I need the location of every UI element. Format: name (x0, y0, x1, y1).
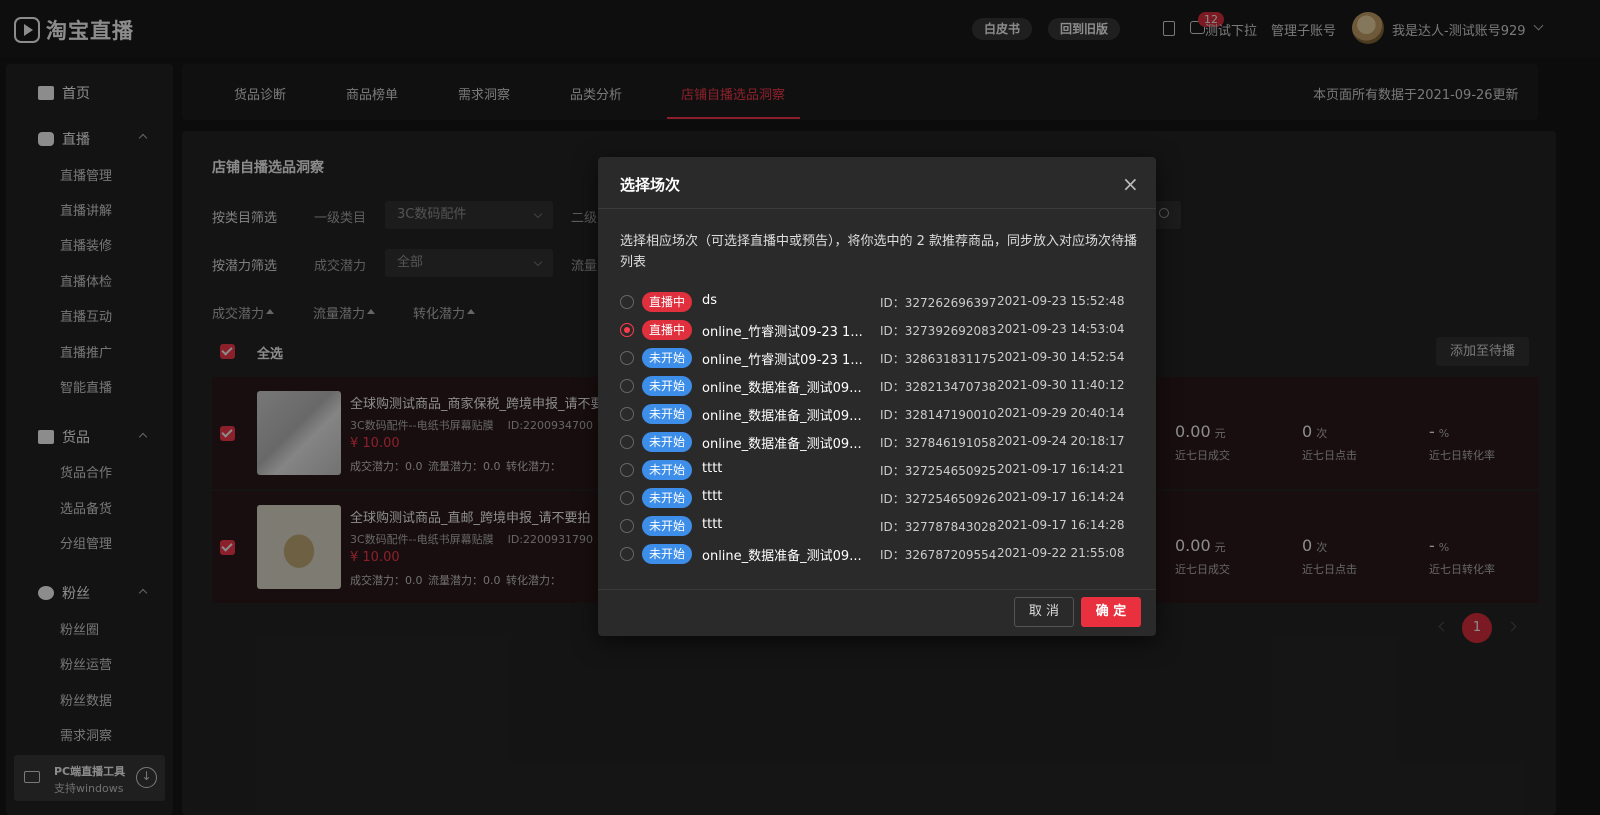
confirm-button[interactable]: 确 定 (1081, 597, 1141, 627)
session-time: 2021-09-17 16:14:24 (997, 490, 1125, 504)
divider (598, 208, 1156, 209)
session-radio[interactable] (620, 519, 634, 533)
session-time: 2021-09-17 16:14:28 (997, 518, 1125, 532)
session-time: 2021-09-30 14:52:54 (997, 350, 1125, 364)
session-status-tag: 未开始 (642, 516, 693, 536)
session-id: ID：328213470738 (880, 380, 997, 394)
session-radio[interactable] (620, 351, 634, 365)
session-id: ID：327787843028 (880, 520, 997, 534)
session-row[interactable]: 未开始 tttt ID：327254650925 2021-09-17 16:14:2… (620, 459, 1140, 481)
cancel-button[interactable]: 取 消 (1014, 597, 1074, 627)
dialog-description: 选择相应场次（可选择直播中或预告），将你选中的 2 款推荐商品，同步放入对应场次… (620, 234, 1138, 270)
session-id: ID：327254650925 (880, 464, 997, 478)
session-radio[interactable] (620, 463, 634, 477)
session-name: online_数据准备_测试09... (702, 549, 862, 564)
session-id: ID：326787209554 (880, 548, 997, 562)
session-row[interactable]: 未开始 online_数据准备_测试09... ID：326787209554 202… (620, 543, 1140, 565)
session-status-tag: 未开始 (642, 544, 693, 564)
session-id: ID：327846191058 (880, 436, 997, 450)
session-name: online_数据准备_测试09... (702, 381, 862, 396)
session-row[interactable]: 直播中 online_竹睿测试09-23 1... ID：327392692083 2… (620, 319, 1140, 341)
session-status-tag: 直播中 (642, 320, 693, 340)
session-status-tag: 未开始 (642, 404, 693, 424)
session-time: 2021-09-30 11:40:12 (997, 378, 1125, 392)
close-icon[interactable]: × (1122, 174, 1139, 194)
session-id: ID：327254650926 (880, 492, 997, 506)
session-radio[interactable] (620, 323, 634, 337)
session-radio[interactable] (620, 379, 634, 393)
session-id: ID：328147190010 (880, 408, 997, 422)
session-radio[interactable] (620, 295, 634, 309)
session-name: tttt (702, 489, 723, 504)
session-status-tag: 未开始 (642, 460, 693, 480)
session-status-tag: 未开始 (642, 432, 693, 452)
session-row[interactable]: 未开始 online_竹睿测试09-23 1... ID：328631831175 2… (620, 347, 1140, 369)
session-row[interactable]: 未开始 tttt ID：327787843028 2021-09-17 16:14:2… (620, 515, 1140, 537)
session-radio[interactable] (620, 435, 634, 449)
session-row[interactable]: 直播中 ds ID：327262696397 2021-09-23 15:52:48 (620, 291, 1140, 313)
session-time: 2021-09-29 20:40:14 (997, 406, 1125, 420)
dialog-title: 选择场次 (620, 176, 681, 194)
session-name: online_数据准备_测试09... (702, 409, 862, 424)
session-name: online_竹睿测试09-23 1... (702, 325, 862, 340)
divider (598, 589, 1156, 590)
select-session-dialog: 选择场次 × 选择相应场次（可选择直播中或预告），将你选中的 2 款推荐商品，同… (598, 157, 1156, 636)
session-row[interactable]: 未开始 tttt ID：327254650926 2021-09-17 16:14:2… (620, 487, 1140, 509)
session-status-tag: 未开始 (642, 376, 693, 396)
session-radio[interactable] (620, 407, 634, 421)
session-time: 2021-09-23 14:53:04 (997, 322, 1125, 336)
session-row[interactable]: 未开始 online_数据准备_测试09... ID：328213470738 202… (620, 375, 1140, 397)
session-name: online_数据准备_测试09... (702, 437, 862, 452)
session-row[interactable]: 未开始 online_数据准备_测试09... ID：328147190010 202… (620, 403, 1140, 425)
session-row[interactable]: 未开始 online_数据准备_测试09... ID：327846191058 202… (620, 431, 1140, 453)
session-status-tag: 直播中 (642, 292, 693, 312)
session-name: ds (702, 293, 718, 308)
session-time: 2021-09-24 20:18:17 (997, 434, 1125, 448)
session-name: tttt (702, 461, 723, 476)
session-time: 2021-09-23 15:52:48 (997, 294, 1125, 308)
session-id: ID：327262696397 (880, 296, 997, 310)
session-status-tag: 未开始 (642, 488, 693, 508)
session-name: tttt (702, 517, 723, 532)
session-id: ID：328631831175 (880, 352, 997, 366)
session-time: 2021-09-22 21:55:08 (997, 546, 1125, 560)
session-name: online_竹睿测试09-23 1... (702, 353, 862, 368)
session-radio[interactable] (620, 491, 634, 505)
session-status-tag: 未开始 (642, 348, 693, 368)
session-radio[interactable] (620, 547, 634, 561)
session-time: 2021-09-17 16:14:21 (997, 462, 1125, 476)
session-id: ID：327392692083 (880, 324, 997, 338)
